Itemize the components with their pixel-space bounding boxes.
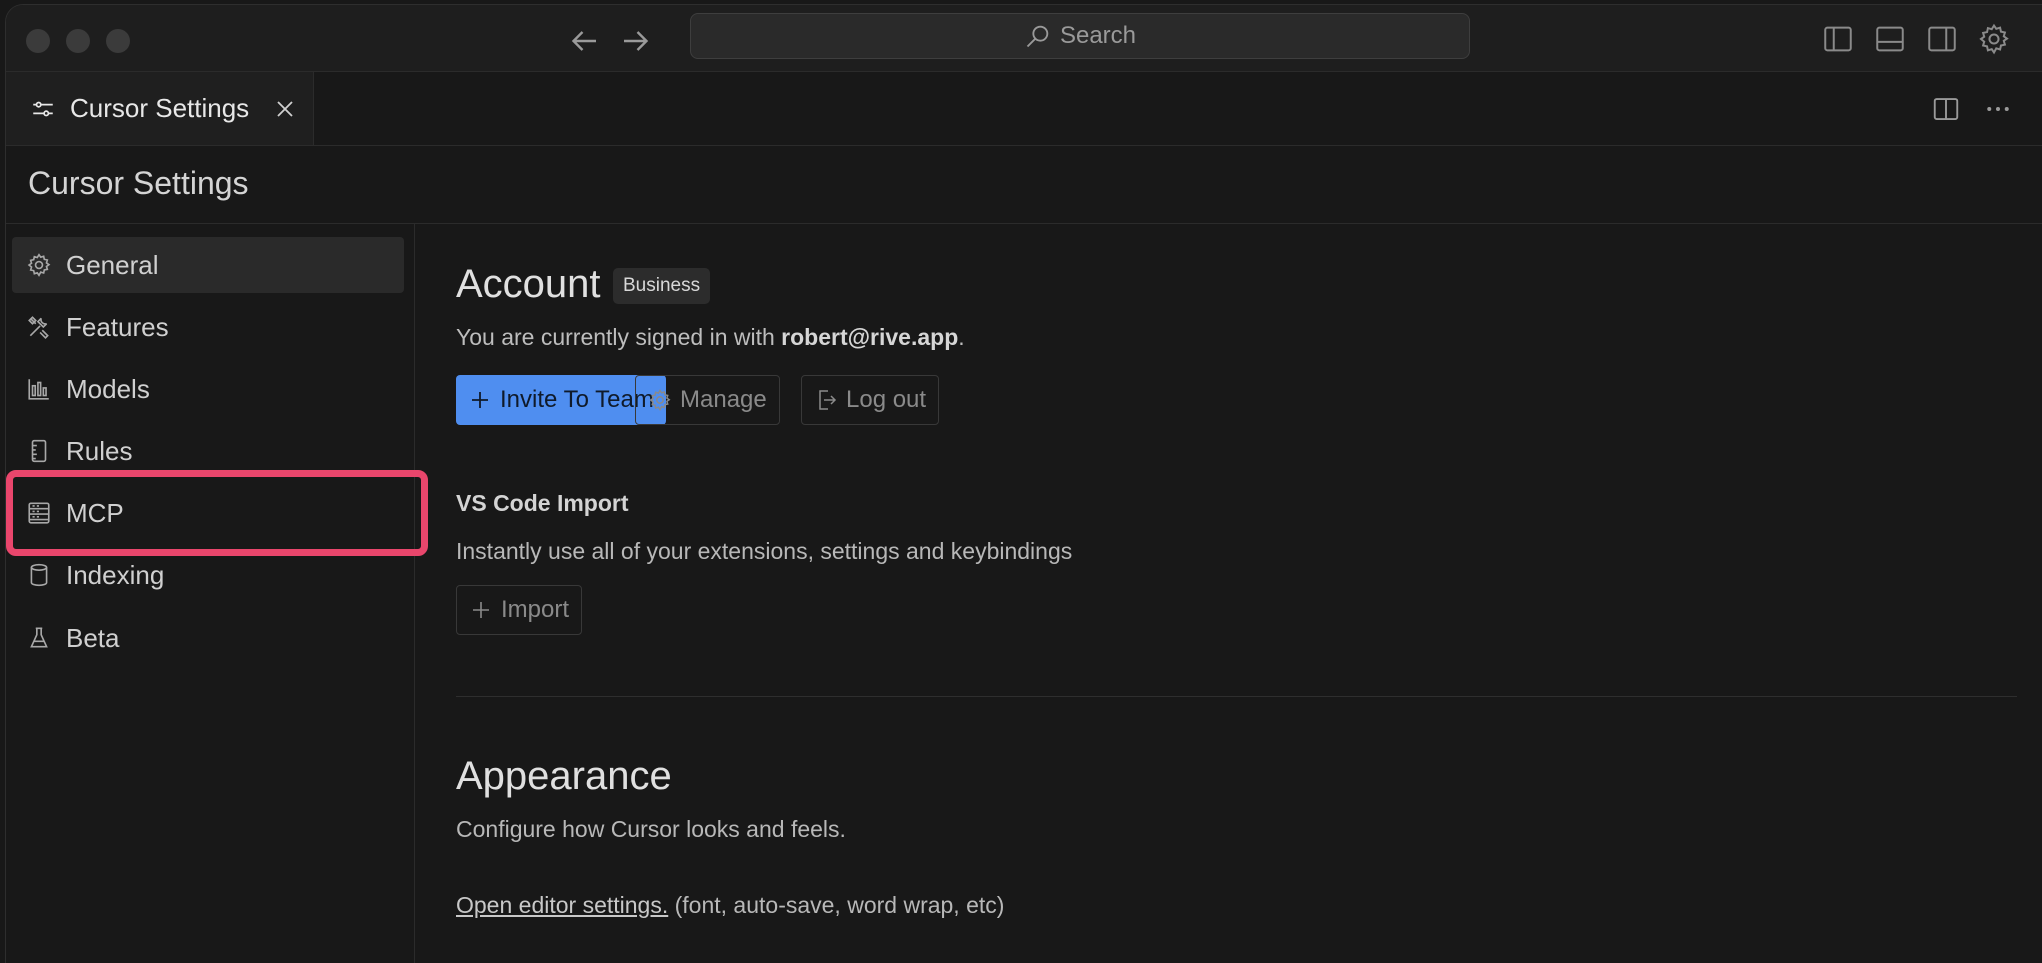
plus-icon: [472, 392, 488, 408]
editor-tab-bar: Cursor Settings: [6, 72, 2042, 146]
toggle-primary-sidebar-icon[interactable]: [1821, 22, 1855, 56]
toggle-secondary-sidebar-icon[interactable]: [1925, 22, 1959, 56]
settings-gear-icon[interactable]: [1977, 22, 2011, 56]
sidebar-item-beta[interactable]: Beta: [12, 610, 404, 666]
gear-icon: [27, 253, 51, 277]
tools-icon: [28, 316, 49, 339]
sliders-icon: [33, 101, 53, 116]
tab-cursor-settings[interactable]: Cursor Settings: [6, 72, 314, 145]
sidebar-item-rules[interactable]: Rules: [12, 423, 404, 479]
sidebar-item-models[interactable]: Models: [12, 361, 404, 417]
forward-arrow-icon[interactable]: [618, 23, 654, 59]
tab-label: Cursor Settings: [70, 93, 250, 123]
window-close-control[interactable]: [26, 29, 50, 53]
plus-icon: [473, 602, 489, 618]
flask-icon: [30, 627, 48, 648]
account-heading: Account: [456, 262, 601, 306]
sidebar-item-label: Models: [66, 373, 150, 404]
split-editor-icon[interactable]: [1931, 94, 1961, 124]
settings-sidebar: General Features Models Rules MCP Indexi…: [6, 224, 415, 963]
sidebar-item-mcp[interactable]: MCP: [12, 485, 404, 541]
sidebar-item-features[interactable]: Features: [12, 299, 404, 355]
appearance-description: Configure how Cursor looks and feels.: [456, 816, 846, 842]
sidebar-item-label: MCP: [66, 497, 124, 528]
sidebar-item-label: Beta: [66, 622, 120, 653]
close-icon[interactable]: [273, 97, 297, 121]
plan-badge: Business: [613, 268, 711, 304]
sidebar-item-label: Indexing: [66, 559, 165, 590]
open-editor-settings-link[interactable]: Open editor settings.: [456, 892, 668, 918]
account-email: robert@rive.app: [781, 324, 959, 350]
vscode-import-description: Instantly use all of your extensions, se…: [456, 538, 1073, 564]
ruler-icon: [31, 439, 47, 463]
window-zoom-control[interactable]: [106, 29, 130, 53]
manage-label: Manage: [680, 386, 767, 413]
manage-button[interactable]: Manage: [635, 375, 780, 425]
section-divider: [456, 696, 2017, 697]
search-icon: [1026, 25, 1049, 48]
bar-chart-icon: [28, 379, 49, 400]
settings-content: Account Business You are currently signe…: [415, 224, 2042, 963]
vscode-import-heading: VS Code Import: [456, 490, 629, 516]
log-out-button[interactable]: Log out: [801, 375, 940, 425]
sidebar-item-indexing[interactable]: Indexing: [12, 547, 404, 603]
gear-icon: [649, 389, 671, 411]
toggle-panel-icon[interactable]: [1873, 22, 1907, 56]
database-icon: [30, 563, 48, 587]
sidebar-item-label: Rules: [66, 435, 133, 466]
sidebar-item-general[interactable]: General: [12, 237, 404, 293]
command-search-bar[interactable]: Search: [690, 13, 1470, 59]
import-button[interactable]: Import: [456, 585, 583, 635]
search-label: Search: [1059, 22, 1137, 49]
import-label: Import: [501, 596, 570, 623]
back-arrow-icon[interactable]: [566, 23, 602, 59]
app-window: Search Cursor Settings Cursor Settings G…: [5, 4, 2042, 963]
signed-in-suffix: .: [958, 324, 965, 350]
server-icon: [28, 502, 50, 524]
sidebar-item-label: General: [66, 249, 159, 280]
editor-settings-line: Open editor settings. (font, auto-save, …: [456, 892, 1004, 919]
signed-in-prefix: You are currently signed in with: [456, 324, 782, 350]
log-out-icon: [819, 390, 837, 410]
editor-settings-hint: (font, auto-save, word wrap, etc): [668, 892, 1005, 918]
more-actions-icon[interactable]: [1983, 94, 2013, 124]
title-bar: Search: [6, 5, 2042, 72]
window-minimize-control[interactable]: [66, 29, 90, 53]
sidebar-item-label: Features: [66, 311, 169, 342]
signed-in-text: You are currently signed in with robert@…: [456, 324, 965, 351]
log-out-label: Log out: [846, 386, 927, 413]
invite-label: Invite To Team: [500, 386, 654, 413]
page-title: Cursor Settings: [28, 165, 249, 201]
appearance-heading: Appearance: [456, 754, 672, 798]
